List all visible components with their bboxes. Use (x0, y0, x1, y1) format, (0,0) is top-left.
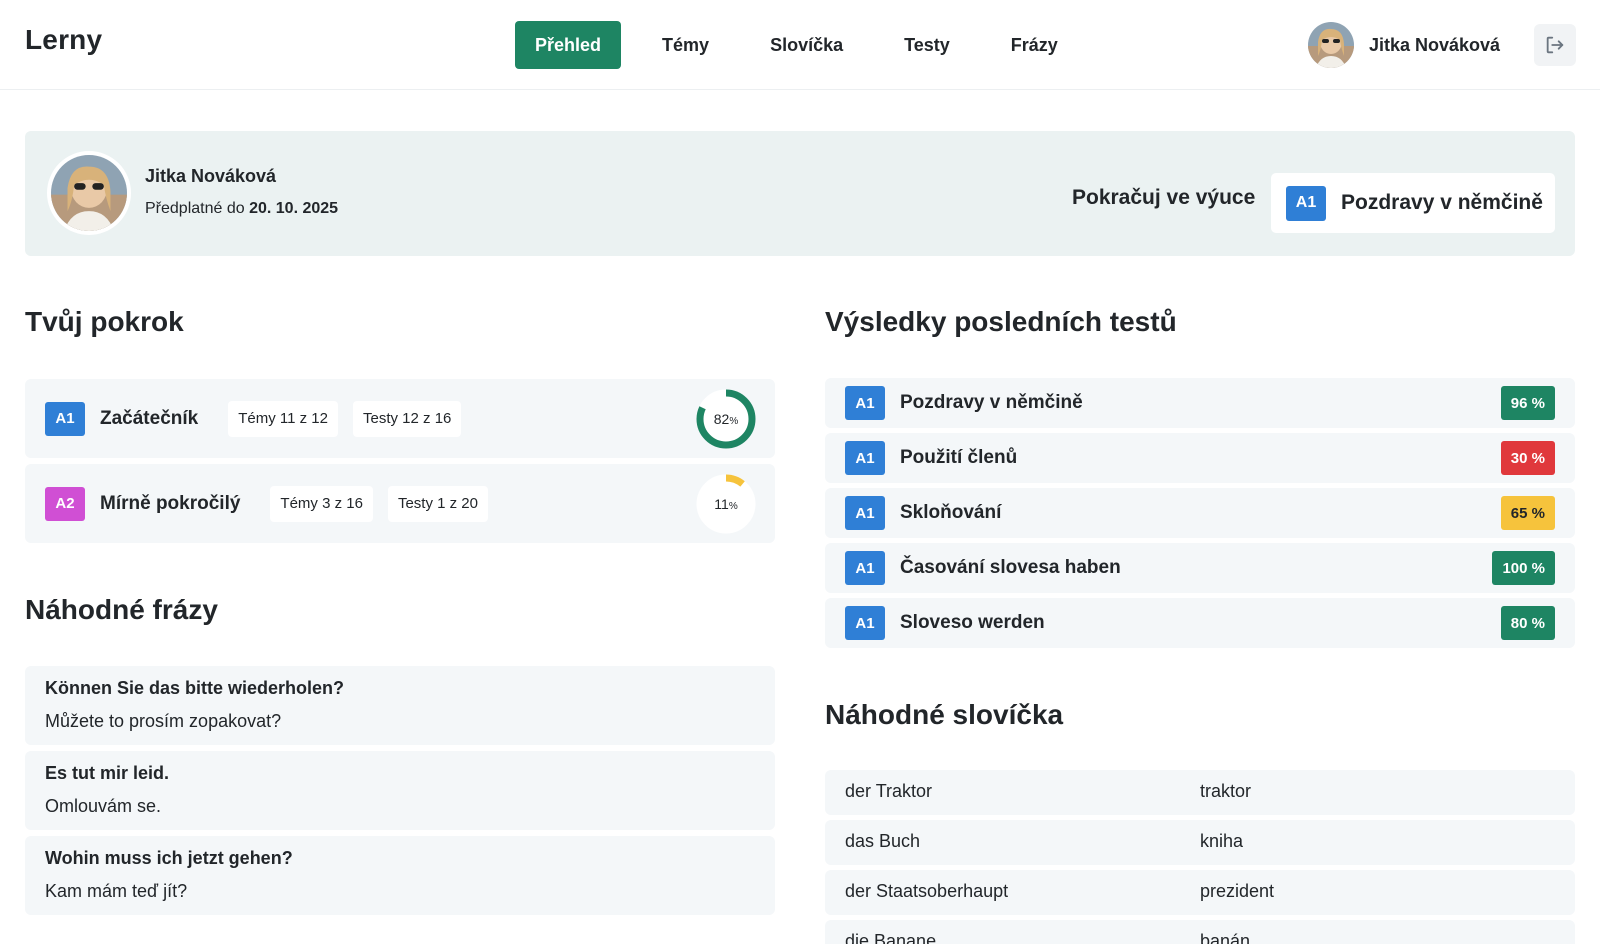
vocab-german: die Banane (845, 931, 937, 944)
vocab-heading: Náhodné slovíčka (825, 699, 1064, 730)
phrase-german: Wohin muss ich jetzt gehen? (45, 848, 293, 868)
level-badge: A1 (845, 551, 885, 585)
nav-item-frazy[interactable]: Frázy (991, 21, 1078, 69)
vocab-czech: traktor (1200, 781, 1252, 801)
level-badge: A1 (845, 496, 885, 530)
test-title: Pozdravy v němčině (900, 392, 1083, 413)
logout-icon (1546, 36, 1564, 54)
score-badge: 96 % (1500, 386, 1555, 420)
vocab-row[interactable]: der Staatsoberhaupt prezident (825, 870, 1575, 915)
vocab-czech: banán (1200, 931, 1251, 944)
phrase-czech: Můžete to prosím zopakovat? (45, 711, 282, 731)
phrase-czech: Omlouvám se. (45, 796, 162, 816)
nav-item-temy[interactable]: Témy (642, 21, 729, 69)
phrases-heading: Náhodné frázy (25, 594, 218, 625)
test-result-row[interactable]: A1 Použití členů 30 % (825, 433, 1575, 483)
top-bar: Lerny Přehled Témy Slovíčka Testy Frázy … (0, 0, 1600, 90)
test-title: Sloveso werden (900, 612, 1045, 633)
level-badge: A1 (845, 441, 885, 475)
progress-ring: 82% (696, 389, 756, 449)
continue-lesson-button[interactable]: A1 Pozdravy v němčině (1271, 173, 1555, 233)
test-title: Časování slovesa haben (900, 557, 1121, 578)
nav-item-prehled[interactable]: Přehled (515, 21, 622, 69)
subscription-date: 20. 10. 2025 (249, 200, 339, 217)
level-badge: A1 (45, 401, 85, 436)
phrase-czech: Kam mám teď jít? (45, 881, 188, 901)
phrase-german: Können Sie das bitte wiederholen? (45, 678, 345, 698)
topics-count: Témy 11 z 12 (228, 400, 338, 437)
vocab-czech: prezident (1200, 881, 1275, 901)
phrase-item[interactable]: Wohin muss ich jetzt gehen? Kam mám teď … (25, 836, 775, 915)
vocab-german: der Staatsoberhaupt (845, 881, 1009, 901)
vocab-czech: kniha (1200, 831, 1244, 851)
progress-ring: 11% (696, 474, 756, 534)
main-nav: Přehled Témy Slovíčka Testy Frázy (515, 21, 1099, 69)
tests-count: Testy 1 z 20 (387, 485, 488, 522)
vocab-row[interactable]: der Traktor traktor (825, 770, 1575, 815)
test-result-row[interactable]: A1 Časování slovesa haben 100 % (825, 543, 1575, 593)
level-badge: A1 (1286, 185, 1326, 221)
test-result-row[interactable]: A1 Skloňování 65 % (825, 488, 1575, 538)
tests-heading: Výsledky posledních testů (825, 306, 1177, 337)
test-title: Použití členů (900, 447, 1018, 468)
vocab-german: das Buch (845, 831, 921, 851)
nav-item-slovicka[interactable]: Slovíčka (750, 21, 863, 69)
progress-heading: Tvůj pokrok (25, 306, 184, 337)
score-badge: 80 % (1500, 606, 1555, 640)
profile-name: Jitka Nováková (145, 166, 277, 186)
progress-row-a1[interactable]: A1 Začátečník Témy 11 z 12 Testy 12 z 16… (25, 379, 775, 458)
level-name: Mírně pokročilý (100, 492, 241, 514)
profile-avatar (47, 151, 131, 235)
user-avatar[interactable] (1308, 22, 1354, 68)
tests-count: Testy 12 z 16 (353, 400, 462, 437)
score-badge: 100 % (1492, 551, 1555, 585)
level-badge: A2 (45, 486, 85, 521)
score-badge: 65 % (1500, 496, 1555, 530)
test-result-row[interactable]: A1 Pozdravy v němčině 96 % (825, 378, 1575, 428)
phrase-item[interactable]: Es tut mir leid. Omlouvám se. (25, 751, 775, 830)
test-title: Skloňování (900, 502, 1002, 523)
profile-banner: Jitka Nováková Předplatné do 20. 10. 202… (25, 131, 1575, 256)
user-name: Jitka Nováková (1369, 34, 1501, 55)
progress-row-a2[interactable]: A2 Mírně pokročilý Témy 3 z 16 Testy 1 z… (25, 464, 775, 543)
subscription-info: Předplatné do 20. 10. 2025 (145, 200, 338, 218)
app-logo[interactable]: Lerny (25, 24, 102, 56)
level-badge: A1 (845, 606, 885, 640)
subscription-label: Předplatné do (145, 200, 245, 217)
test-result-row[interactable]: A1 Sloveso werden 80 % (825, 598, 1575, 648)
vocab-german: der Traktor (845, 781, 933, 801)
vocab-row[interactable]: das Buch kniha (825, 820, 1575, 865)
logout-button[interactable] (1534, 24, 1576, 66)
nav-item-testy[interactable]: Testy (884, 21, 970, 69)
continue-label: Pokračuj ve výuce (1072, 186, 1256, 209)
topics-count: Témy 3 z 16 (270, 485, 373, 522)
user-menu[interactable]: Jitka Nováková (1308, 22, 1500, 68)
score-badge: 30 % (1500, 441, 1555, 475)
vocab-row[interactable]: die Banane banán (825, 920, 1575, 944)
phrase-german: Es tut mir leid. (45, 763, 170, 783)
phrase-item[interactable]: Können Sie das bitte wiederholen? Můžete… (25, 666, 775, 745)
level-badge: A1 (845, 386, 885, 420)
level-name: Začátečník (100, 407, 199, 429)
continue-lesson-title: Pozdravy v němčině (1341, 191, 1543, 214)
